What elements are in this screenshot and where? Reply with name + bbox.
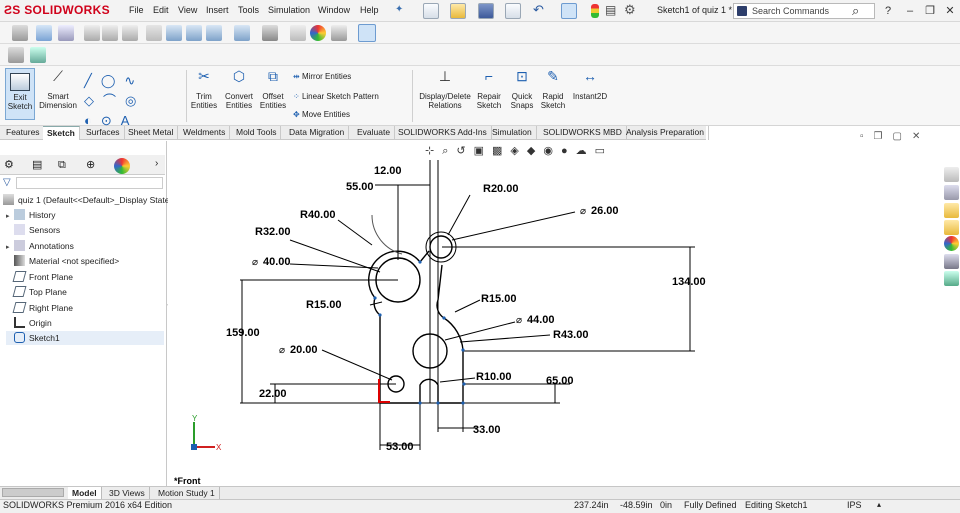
tab-3d-views[interactable]: 3D Views (105, 487, 150, 499)
file-explorer-icon[interactable] (944, 220, 959, 235)
design-library-icon[interactable] (944, 203, 959, 218)
sketch-geometry (368, 214, 464, 404)
dim-dia20[interactable]: 20.00 (290, 344, 318, 356)
triad-y-label: Y (192, 414, 198, 423)
dim-53[interactable]: 53.00 (386, 441, 414, 453)
dim-55[interactable]: 55.00 (346, 181, 374, 193)
dim-12[interactable]: 12.00 (374, 165, 402, 177)
custom-properties-icon[interactable] (944, 254, 959, 269)
status-edition: SOLIDWORKS Premium 2016 x64 Edition (3, 500, 173, 510)
resources-icon[interactable] (944, 185, 959, 200)
dim-dia44[interactable]: 44.00 (527, 314, 555, 326)
tab-model[interactable]: Model (68, 487, 102, 499)
dim-65[interactable]: 65.00 (546, 375, 574, 387)
dim-22[interactable]: 22.00 (259, 388, 287, 400)
dim-r15-left[interactable]: R15.00 (306, 299, 341, 311)
diameter-symbol-icon: ⌀ (279, 345, 285, 356)
diameter-symbol-icon: ⌀ (252, 257, 258, 268)
tab-scroll-controls[interactable] (2, 488, 64, 497)
status-z-coord: 0in (660, 500, 673, 510)
status-editing: Editing Sketch1 (745, 500, 808, 510)
units-dropdown-icon[interactable]: ▴ (877, 500, 881, 509)
diameter-symbol-icon: ⌀ (580, 206, 586, 217)
home-icon[interactable] (944, 167, 959, 182)
solidworks-forum-icon[interactable] (944, 271, 959, 286)
dim-134[interactable]: 134.00 (672, 276, 706, 288)
triad-x-label: X (216, 443, 222, 452)
status-y-coord: -48.59in (620, 500, 653, 510)
dim-r20[interactable]: R20.00 (483, 183, 518, 195)
status-sketch-state: Fully Defined (684, 500, 737, 510)
status-x-coord: 237.24in (574, 500, 609, 510)
dim-r43[interactable]: R43.00 (553, 329, 588, 341)
dim-dia40[interactable]: 40.00 (263, 256, 291, 268)
axis-triad (191, 422, 215, 450)
view-orientation-label: *Front (174, 476, 201, 486)
sketch-canvas[interactable]: Y X 12.00 55.00 R20.00 R40.00 26.00 R32.… (0, 0, 960, 513)
dim-159[interactable]: 159.00 (226, 327, 260, 339)
dim-33[interactable]: 33.00 (473, 424, 501, 436)
dim-r10[interactable]: R10.00 (476, 371, 511, 383)
diameter-symbols: ⌀ ⌀ ⌀ ⌀ (252, 206, 586, 356)
construction-arc (371, 214, 403, 255)
dim-r32[interactable]: R32.00 (255, 226, 290, 238)
appearances-icon[interactable] (944, 236, 959, 251)
dim-r40[interactable]: R40.00 (300, 209, 335, 221)
dim-r15-right[interactable]: R15.00 (481, 293, 516, 305)
dimension-labels: 12.00 55.00 R20.00 R40.00 26.00 R32.00 4… (226, 165, 706, 453)
diameter-symbol-icon: ⌀ (516, 315, 522, 326)
dim-dia26[interactable]: 26.00 (591, 205, 619, 217)
tab-motion-study-1[interactable]: Motion Study 1 (154, 487, 220, 499)
status-units[interactable]: IPS (847, 500, 862, 510)
